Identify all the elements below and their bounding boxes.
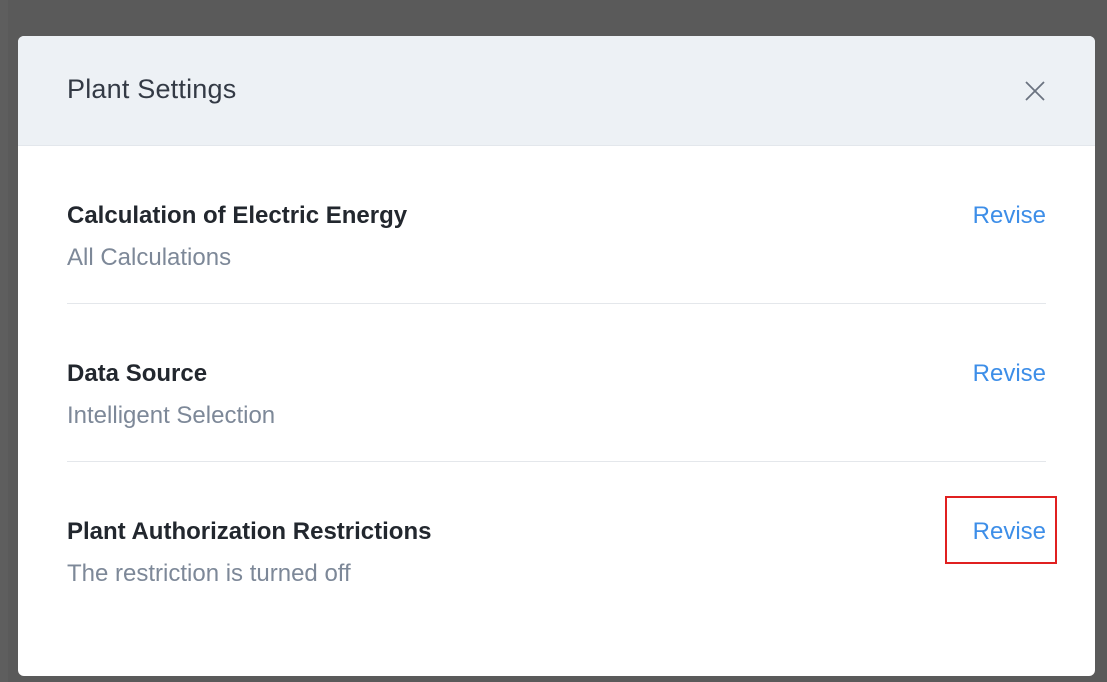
setting-value: The restriction is turned off — [67, 560, 351, 587]
setting-title: Plant Authorization Restrictions — [67, 518, 432, 545]
revise-authorization-restrictions-link[interactable]: Revise — [973, 518, 1046, 546]
setting-value: Intelligent Selection — [67, 402, 276, 429]
close-button[interactable] — [1018, 74, 1052, 108]
settings-list: Calculation of Electric Energy All Calcu… — [67, 146, 1046, 620]
setting-row-electric-energy: Calculation of Electric Energy All Calcu… — [67, 146, 1046, 304]
setting-row-data-source: Data Source Intelligent Selection Revise — [67, 304, 1046, 462]
backdrop-edge — [0, 0, 8, 682]
dialog-header: Plant Settings — [18, 36, 1095, 146]
setting-value: All Calculations — [67, 244, 232, 271]
setting-row-authorization-restrictions: Plant Authorization Restrictions The res… — [67, 462, 1046, 620]
dialog-title: Plant Settings — [67, 74, 237, 104]
plant-settings-dialog: Plant Settings Calculation of Electric E… — [18, 36, 1095, 676]
close-icon — [1025, 81, 1045, 101]
revise-data-source-link[interactable]: Revise — [973, 360, 1046, 388]
setting-title: Data Source — [67, 360, 208, 387]
setting-title: Calculation of Electric Energy — [67, 202, 408, 229]
revise-electric-energy-link[interactable]: Revise — [973, 202, 1046, 230]
